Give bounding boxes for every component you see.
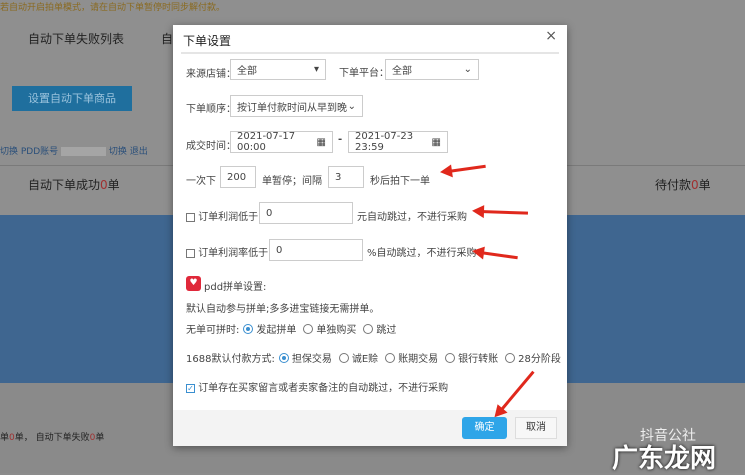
chevron-down-icon: ⌄	[463, 64, 472, 75]
tab-failed-list[interactable]: 自动下单失败列表	[28, 30, 124, 47]
radio-buy-alone[interactable]: 单独购买	[303, 321, 356, 336]
profit-min-row: 订单利润低于	[186, 208, 258, 223]
close-icon[interactable]: ×	[545, 28, 557, 44]
skip-remark-checkbox[interactable]: ✓	[186, 383, 195, 393]
notice-text: 若自动开启拍单模式，请在自动下单暂停时同步解付款。	[0, 3, 226, 13]
blurred-account	[61, 147, 107, 156]
profit-min-checkbox[interactable]	[186, 212, 195, 222]
source-shop-select[interactable]: 全部 ▾	[230, 59, 326, 80]
dialog-footer	[173, 410, 567, 446]
order-settings-dialog: 下单设置 × 来源店铺： 全部 ▾ 下单平台： 全部 ⌄ 下单顺序： 按订单付款时间…	[173, 25, 567, 446]
profit-min-suffix: 元自动跳过，不进行采购	[357, 212, 467, 223]
platform-label: 下单平台：	[339, 68, 389, 79]
account-label: 切换 PDD账号	[0, 147, 59, 157]
batch-count-input[interactable]: 200	[220, 166, 256, 188]
profit-rate-suffix: %自动跳过，不进行采购	[367, 248, 477, 259]
batch-middle: 单暂停；间隔	[262, 176, 322, 187]
calendar-icon: ▦	[431, 136, 441, 148]
batch-prefix: 一次下	[186, 176, 216, 187]
radio-credit[interactable]: 诚E赊	[338, 350, 378, 365]
profit-rate-checkbox[interactable]	[186, 248, 195, 258]
deal-time-label: 成交时间：	[186, 141, 236, 152]
no-group-row: 无单可拼时: 发起拼单 单独购买 跳过	[186, 321, 403, 336]
batch-suffix: 秒后拍下一单	[370, 176, 430, 187]
watermark-line2: 广东龙网	[612, 444, 717, 474]
set-auto-order-button[interactable]: 设置自动下单商品	[12, 86, 132, 111]
pending-stat: 待付款0单	[655, 178, 711, 192]
profit-min-input[interactable]: 0	[259, 202, 353, 224]
radio-guarantee[interactable]: 担保交易	[278, 350, 332, 365]
bottom-stats: 单0单， 自动下单失败0单	[0, 433, 105, 443]
radio-bank[interactable]: 银行转账	[445, 350, 498, 365]
order-sequence-select[interactable]: 按订单付款时间从早到晚 ⌄	[230, 95, 363, 117]
dialog-title: 下单设置	[183, 34, 232, 48]
order-sequence-label: 下单顺序：	[186, 104, 236, 115]
radio-skip[interactable]: 跳过	[363, 321, 396, 336]
cancel-button[interactable]: 取消	[515, 417, 557, 439]
profit-rate-input[interactable]: 0	[269, 239, 363, 261]
skip-remark-row: ✓ 订单存在买家留言或者卖家备注的自动跳过，不进行采购	[186, 383, 449, 394]
end-date-input[interactable]: 2021-07-23 23:59 ▦	[348, 131, 448, 153]
title-divider	[181, 52, 559, 54]
pdd-logo-icon: ♥	[186, 276, 201, 291]
switch-link[interactable]: 切换	[109, 147, 127, 157]
start-date-input[interactable]: 2021-07-17 00:00 ▦	[230, 131, 333, 153]
radio-term[interactable]: 账期交易	[385, 350, 438, 365]
chevron-down-icon: ⌄	[347, 100, 356, 112]
logout-link[interactable]: 退出	[130, 147, 148, 157]
payment-row: 1688默认付款方式: 担保交易 诚E赊 账期交易 银行转账 28分阶段	[186, 350, 568, 365]
account-bar: 切换 PDD账号 切换 退出	[0, 144, 148, 157]
profit-rate-row: 订单利润率低于	[186, 244, 268, 259]
success-stat: 自动下单成功0单	[28, 178, 120, 192]
tab-other[interactable]: 自	[161, 30, 173, 47]
caret-down-icon: ▾	[313, 64, 319, 75]
pdd-settings-title: pdd拼单设置:	[204, 282, 267, 293]
source-shop-label: 来源店铺：	[186, 69, 236, 80]
platform-select[interactable]: 全部 ⌄	[385, 59, 479, 80]
pdd-description: 默认自动参与拼单;多多进宝链接无需拼单。	[186, 304, 380, 315]
radio-start-group[interactable]: 发起拼单	[243, 321, 296, 336]
radio-28[interactable]: 28分阶段	[505, 350, 561, 365]
date-separator: -	[338, 134, 343, 145]
interval-input[interactable]: 3	[328, 166, 364, 188]
calendar-icon: ▦	[316, 136, 326, 148]
